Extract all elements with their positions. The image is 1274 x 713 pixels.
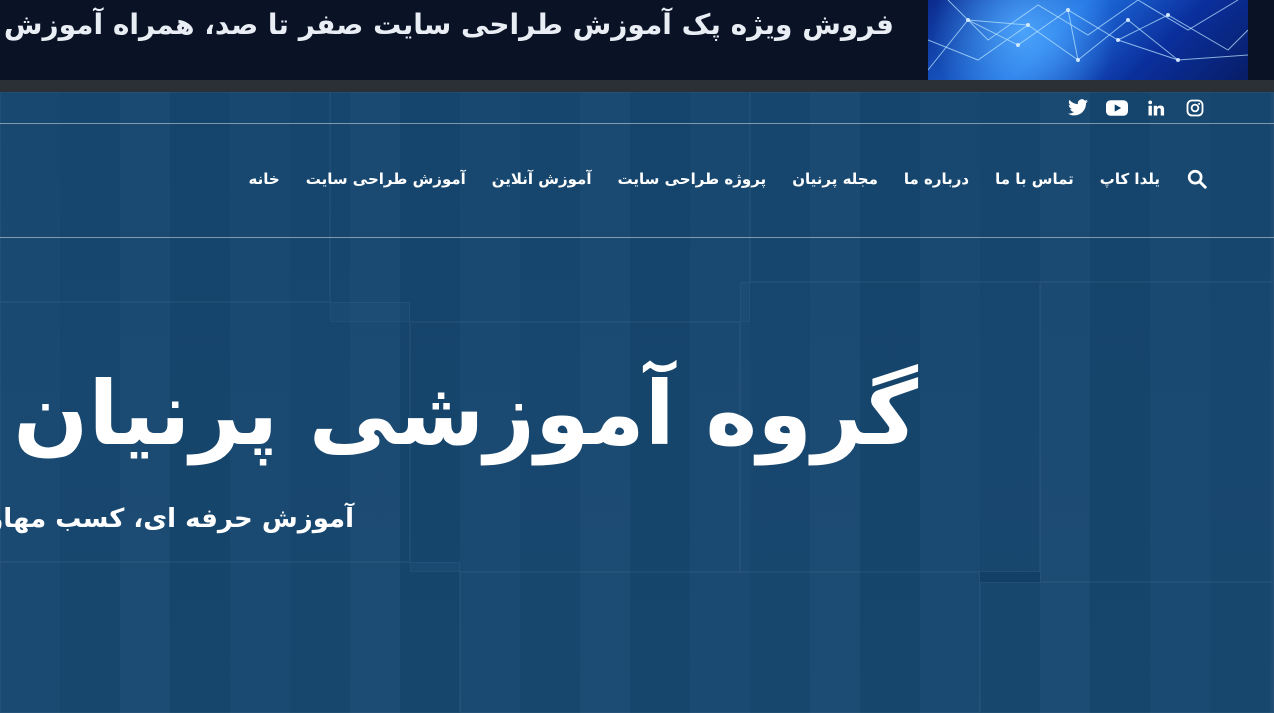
youtube-icon[interactable] [1106,97,1128,119]
search-icon[interactable] [1186,168,1208,190]
promo-banner[interactable]: فروش ویژه پک آموزش طراحی سایت صفر تا صد،… [0,0,1274,80]
promo-banner-text: فروش ویژه پک آموزش طراحی سایت صفر تا صد،… [3,8,894,41]
instagram-icon[interactable] [1184,97,1206,119]
hero-title: گروه آموزشی پرنیان [13,362,918,465]
header-top-divider [0,123,1274,124]
linkedin-icon[interactable] [1145,97,1167,119]
twitter-icon[interactable] [1067,97,1089,119]
nav-item-web-design-course[interactable]: آموزش طراحی سایت [306,170,466,188]
nav-item-yalda-cup[interactable]: یلدا کاپ [1100,170,1160,188]
main-nav: خانه آموزش طراحی سایت آموزش آنلاین پروژه… [249,167,1207,191]
nav-item-online-course[interactable]: آموزش آنلاین [492,170,592,188]
nav-item-home[interactable]: خانه [249,170,280,188]
header-bottom-divider [0,237,1274,238]
social-links [1067,92,1206,123]
nav-item-magazine[interactable]: مجله پرنیان [792,170,878,188]
nav-item-about[interactable]: درباره ما [904,170,969,188]
hero-subtitle: آموزش حرفه ای، کسب مهارت [0,504,354,534]
promo-banner-graphic [928,0,1248,80]
nav-item-contact[interactable]: تماس با ما [995,170,1074,188]
hero-section: خانه آموزش طراحی سایت آموزش آنلاین پروژه… [0,92,1274,713]
nav-item-web-design-project[interactable]: پروژه طراحی سایت [617,170,766,188]
banner-divider [0,80,1274,92]
